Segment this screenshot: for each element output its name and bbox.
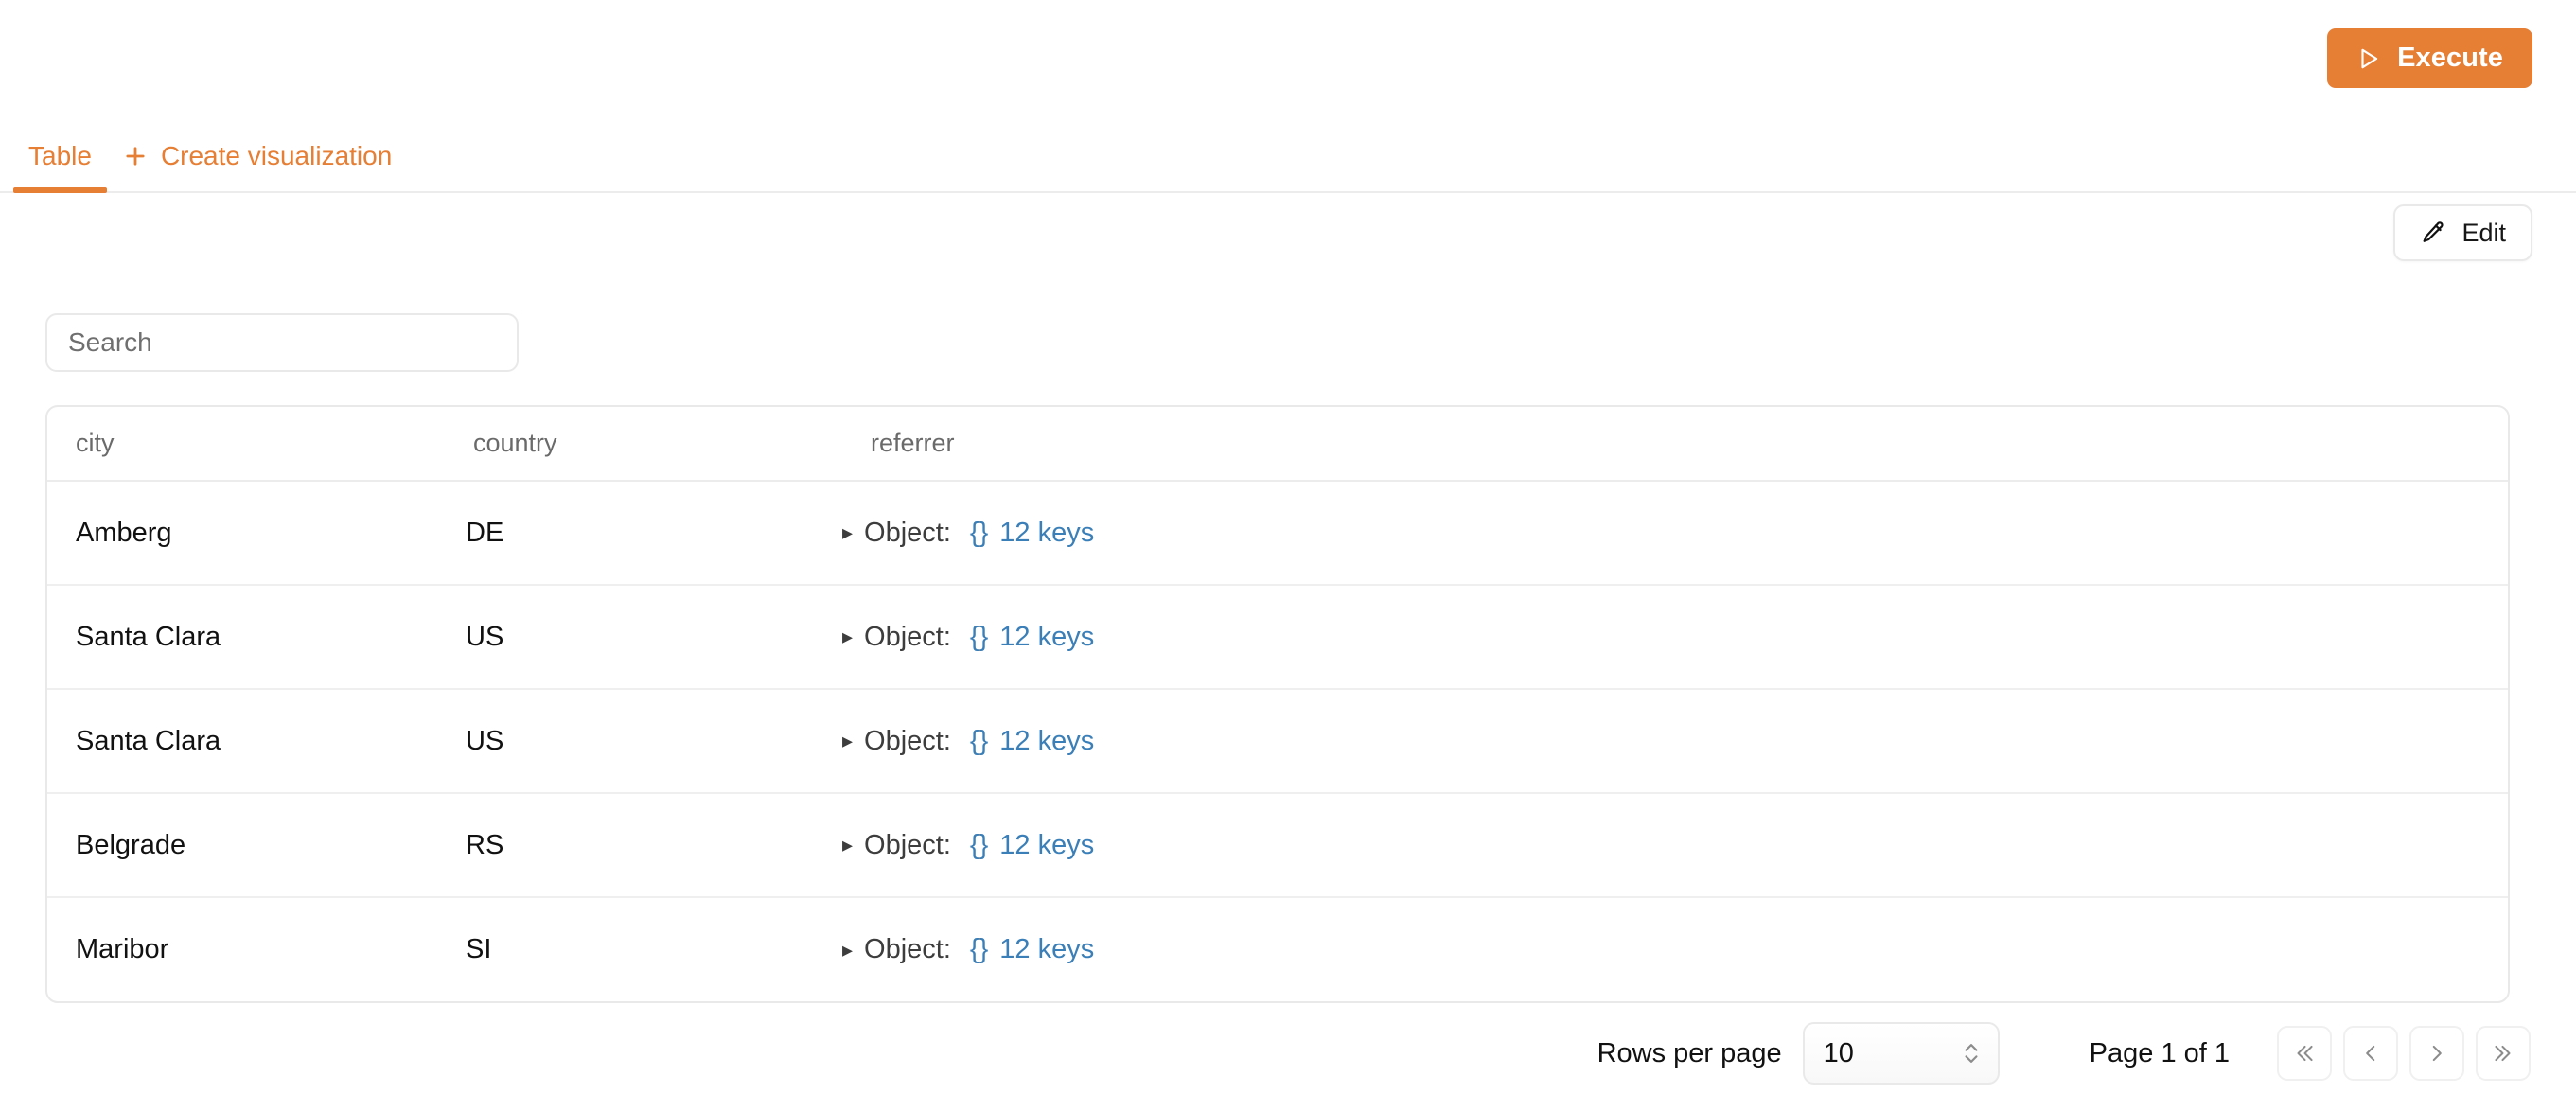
cell-referrer: ▸ Object: {} 12 keys xyxy=(842,897,2508,1001)
cell-city: Santa Clara xyxy=(47,585,445,690)
braces-icon: {} xyxy=(969,725,989,756)
braces-icon: {} xyxy=(969,621,989,652)
braces-icon: {} xyxy=(969,829,989,860)
object-key-count[interactable]: 12 keys xyxy=(999,934,1094,965)
cell-city: Santa Clara xyxy=(47,689,445,794)
expand-caret-icon[interactable]: ▸ xyxy=(842,522,853,543)
cell-city: Maribor xyxy=(76,934,169,964)
play-triangle-outline-icon xyxy=(2356,46,2381,71)
rows-per-page-label: Rows per page xyxy=(1597,1037,1782,1068)
object-label: Object: xyxy=(864,725,951,756)
object-label: Object: xyxy=(864,621,951,652)
cell-city: Belgrade xyxy=(47,793,445,898)
edit-button-row: Edit xyxy=(2393,204,2532,261)
tab-create-visualization-label: Create visualization xyxy=(160,141,393,170)
expand-caret-icon[interactable]: ▸ xyxy=(842,731,853,751)
rows-per-page-select[interactable]: 10 xyxy=(1802,1022,2000,1085)
cell-city: Amberg xyxy=(47,481,445,586)
table-row: Santa Clara US ▸ Object: {} 12 keys xyxy=(47,585,2508,690)
plus-icon xyxy=(122,143,149,169)
previous-page-button[interactable] xyxy=(2343,1026,2398,1081)
table-row: Santa Clara US ▸ Object: {} 12 keys xyxy=(47,689,2508,794)
cell-country: US xyxy=(445,585,842,690)
top-toolbar: Execute xyxy=(0,0,2576,104)
pagination-buttons xyxy=(2277,1026,2531,1081)
edit-button[interactable]: Edit xyxy=(2393,204,2532,261)
chevrons-left-icon xyxy=(2292,1041,2317,1066)
first-page-button[interactable] xyxy=(2277,1026,2332,1081)
cell-country: RS xyxy=(445,793,842,898)
chevron-left-icon xyxy=(2358,1041,2383,1066)
chevrons-right-icon xyxy=(2491,1041,2515,1066)
expand-caret-icon[interactable]: ▸ xyxy=(842,626,853,647)
cell-referrer: ▸ Object: {} 12 keys xyxy=(842,793,2508,898)
tab-table[interactable]: Table xyxy=(13,121,107,193)
braces-icon: {} xyxy=(969,934,989,964)
execute-button-label: Execute xyxy=(2397,43,2503,73)
result-tabs: Table Create visualization xyxy=(0,121,2576,193)
query-result-panel: Execute Table Create visualization Edit … xyxy=(0,0,2576,1094)
cell-country: SI xyxy=(466,934,492,964)
expand-caret-icon[interactable]: ▸ xyxy=(842,835,853,856)
pagination-bar: Rows per page 10 Page 1 of 1 xyxy=(45,1020,2531,1086)
rows-per-page-value: 10 xyxy=(1823,1037,1854,1068)
execute-button[interactable]: Execute xyxy=(2327,28,2532,88)
last-page-button[interactable] xyxy=(2476,1026,2531,1081)
table-row: Belgrade RS ▸ Object: {} 12 keys xyxy=(47,793,2508,898)
table-header-row: city country referrer xyxy=(47,407,2508,482)
chevron-right-icon xyxy=(2425,1041,2449,1066)
table-row: Maribor SI ▸ Object: {} 12 keys xyxy=(47,897,2508,1001)
object-key-count[interactable]: 12 keys xyxy=(999,830,1094,861)
column-header-city[interactable]: city xyxy=(47,407,445,482)
cell-referrer: ▸ Object: {} 12 keys xyxy=(842,481,2508,586)
object-key-count[interactable]: 12 keys xyxy=(999,622,1094,653)
page-indicator: Page 1 of 1 xyxy=(2089,1037,2230,1068)
object-label: Object: xyxy=(864,517,951,548)
column-header-referrer[interactable]: referrer xyxy=(842,407,2508,482)
results-table: city country referrer Amberg DE ▸ Object… xyxy=(45,405,2510,1003)
object-key-count[interactable]: 12 keys xyxy=(999,726,1094,757)
table-row: Amberg DE ▸ Object: {} 12 keys xyxy=(47,481,2508,586)
object-key-count[interactable]: 12 keys xyxy=(999,518,1094,549)
search-input[interactable] xyxy=(45,313,519,372)
cell-referrer: ▸ Object: {} 12 keys xyxy=(842,585,2508,690)
tab-create-visualization[interactable]: Create visualization xyxy=(107,121,407,191)
edit-button-label: Edit xyxy=(2461,218,2506,247)
cell-country: US xyxy=(445,689,842,794)
object-label: Object: xyxy=(864,829,951,860)
object-label: Object: xyxy=(864,934,951,964)
pencil-icon xyxy=(2420,220,2446,246)
expand-caret-icon[interactable]: ▸ xyxy=(842,939,853,961)
cell-country: DE xyxy=(445,481,842,586)
braces-icon: {} xyxy=(969,517,989,548)
next-page-button[interactable] xyxy=(2409,1026,2464,1081)
tab-table-label: Table xyxy=(28,141,92,170)
cell-referrer: ▸ Object: {} 12 keys xyxy=(842,689,2508,794)
column-header-country[interactable]: country xyxy=(445,407,842,482)
